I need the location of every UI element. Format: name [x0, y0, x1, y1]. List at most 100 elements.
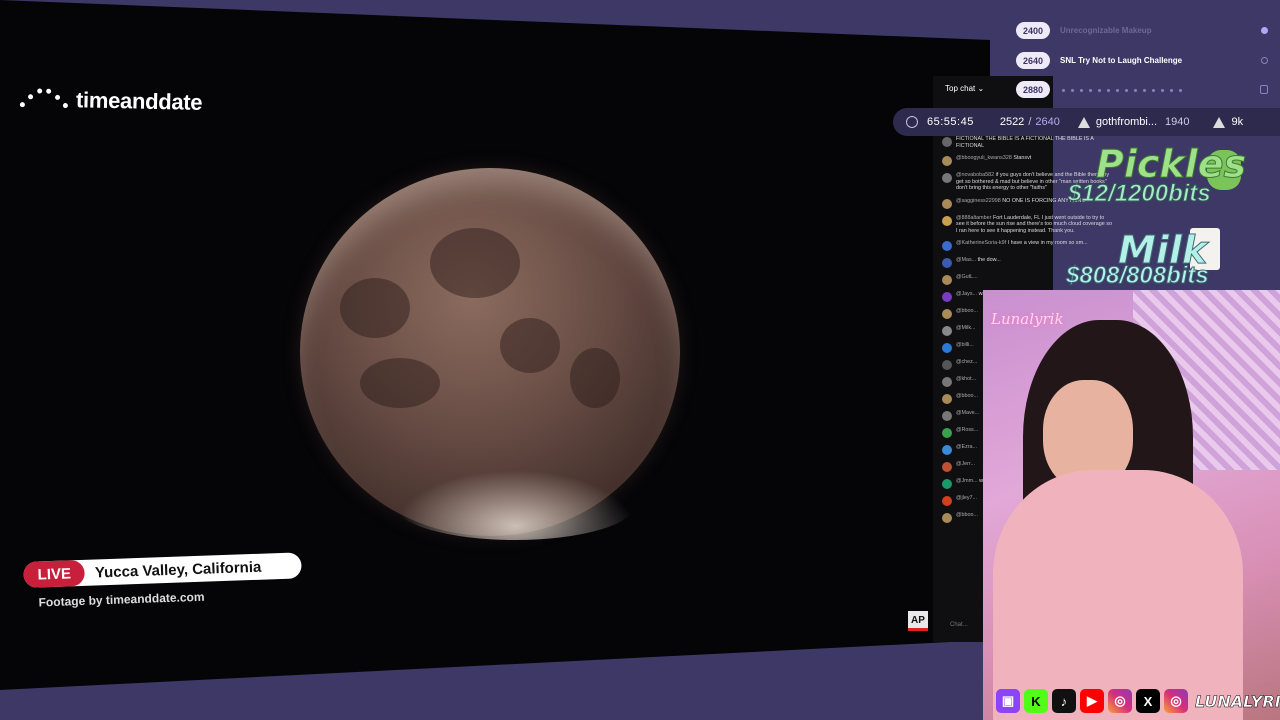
subathon-timer: 65:55:45: [927, 116, 974, 128]
avatar: [942, 496, 952, 506]
ap-logo: AP: [908, 611, 928, 631]
avatar: [942, 241, 952, 251]
avatar: [942, 428, 952, 438]
chat-username: @Ross...: [956, 427, 979, 433]
avatar: [942, 411, 952, 421]
avatar: [942, 137, 952, 147]
avatar: [942, 326, 952, 336]
goal-complete-dot: [1261, 27, 1268, 34]
pickles-goal-amount: $12/1200bits: [1068, 180, 1212, 208]
x-icon[interactable]: X: [1136, 689, 1160, 713]
moon-lit-edge: [395, 470, 635, 540]
stats-bar: 65:55:45 2522 / 2640 gothfrombi... 1940 …: [893, 108, 1280, 136]
chat-username: @888altamber: [956, 214, 992, 221]
twitch-icon[interactable]: ▣: [996, 689, 1020, 713]
social-handle: LUNALYRIK: [1195, 691, 1280, 711]
goal-item: 2640 SNL Try Not to Laugh Challenge: [1016, 52, 1182, 69]
kick-icon[interactable]: K: [1024, 689, 1048, 713]
avatar: [942, 309, 952, 319]
chat-username: @Jmm...: [956, 478, 978, 484]
milk-goal-amount: $808/808bits: [1066, 262, 1210, 290]
avatar: [942, 198, 952, 209]
avatar: [942, 445, 952, 455]
instagram-icon[interactable]: ◎: [1164, 689, 1188, 713]
chat-username: @bboogyuli_kwans328: [956, 155, 1012, 161]
lower-third: LIVE Yucca Valley, California Footage by…: [23, 552, 303, 610]
chat-username: @Mas...: [956, 257, 977, 263]
chat-username: @novaboba582: [956, 172, 995, 178]
chat-message: FICTIONAL THE BIBLE IS A FICTIONAL THE B…: [942, 136, 1112, 149]
chat-message: @KatherineSoria-k9f I have a view in my …: [942, 240, 1112, 251]
chat-username: @Ezra...: [956, 444, 978, 450]
brand-logo: timeanddate: [19, 86, 203, 116]
chat-text: Stansvt: [1013, 155, 1032, 161]
clock-icon: [906, 116, 918, 128]
avatar: [942, 258, 952, 268]
sub-count-goal: 2640: [1035, 116, 1060, 128]
avatar: [942, 360, 952, 370]
chat-username: @billi...: [956, 342, 974, 348]
chat-header[interactable]: Top chat ⌄: [945, 84, 984, 93]
avatar: [942, 479, 952, 489]
chat-username: @GutL...: [956, 274, 978, 280]
avatar: [942, 513, 952, 523]
brand-name: timeanddate: [75, 87, 203, 115]
chat-username: @KatherineSoria-k9f: [956, 240, 1007, 246]
chevron-down-icon: ⌄: [977, 84, 985, 93]
bits-icon: [1077, 116, 1090, 128]
lock-icon: [1260, 85, 1268, 94]
chat-username: @chez...: [956, 359, 978, 365]
goal-item: 2400 Unrecognizable Makeup: [1016, 22, 1152, 39]
goal-label: SNL Try Not to Laugh Challenge: [1060, 56, 1183, 65]
avatar: [942, 394, 952, 404]
goal-value: 2880: [1016, 81, 1050, 98]
neon-sign: Lunalyrik: [991, 310, 1064, 328]
chat-text: FICTIONAL THE BIBLE IS A FICTIONAL THE B…: [956, 136, 1094, 149]
stream-overlay: timeanddate LIVE Yucca Valley, Californi…: [0, 0, 1280, 720]
tiktok-icon[interactable]: ♪: [1052, 689, 1076, 713]
goal-hidden-dots: [1062, 89, 1182, 92]
total-bits: 9k: [1231, 116, 1244, 128]
youtube-icon[interactable]: ▶: [1080, 689, 1104, 713]
avatar: [942, 343, 952, 353]
sub-count-current: 2522: [999, 116, 1025, 128]
goal-pending-dot: [1261, 57, 1268, 64]
cam-person-body: [993, 470, 1243, 720]
goal-value: 2400: [1016, 22, 1050, 39]
chat-username: @Mave...: [956, 410, 980, 416]
top-cheerer-name: gothfrombi...: [1095, 116, 1157, 128]
avatar: [942, 156, 952, 166]
chat-username: @khot...: [956, 376, 977, 382]
bits-icon: [1213, 116, 1226, 128]
sub-count-separator: /: [1028, 116, 1032, 128]
instagram-icon[interactable]: ◎: [1108, 689, 1132, 713]
chat-username: @jley7...: [956, 495, 978, 501]
goal-item: 2880: [1016, 81, 1050, 98]
chat-username: @bboo...: [956, 308, 978, 314]
chat-message: @888altamber Fort Lauderdale, FL I just …: [942, 215, 1112, 235]
chat-text: the dow...: [977, 257, 1001, 263]
chat-header-label: Top chat: [945, 84, 976, 93]
live-badge: LIVE: [23, 559, 86, 588]
avatar: [942, 215, 952, 226]
chat-username: @bboo...: [956, 393, 978, 399]
chat-message: @bboogyuli_kwans328 Stansvt: [942, 155, 1112, 166]
goal-label: Unrecognizable Makeup: [1060, 26, 1152, 35]
avatar: [942, 173, 952, 183]
brand-mark-icon: [19, 88, 70, 111]
chat-username: @sagginess22998: [956, 197, 1001, 204]
goal-value: 2640: [1016, 52, 1050, 69]
social-links: ▣ K ♪ ▶ ◎ X ◎ LUNALYRIK: [996, 689, 1280, 713]
avatar: [942, 292, 952, 302]
chat-username: @bboo...: [956, 512, 978, 518]
chat-username: @Jerr...: [956, 461, 975, 467]
chat-username: @Milk...: [956, 325, 976, 331]
live-location: Yucca Valley, California: [94, 558, 262, 582]
avatar: [942, 275, 952, 285]
chat-text: I have a view in my room so sm...: [1007, 240, 1088, 246]
top-cheerer-bits: 1940: [1165, 116, 1190, 128]
chat-input[interactable]: Chat...: [950, 622, 968, 628]
avatar: [942, 462, 952, 472]
avatar: [942, 377, 952, 387]
chat-username: @Jays...: [956, 291, 978, 297]
